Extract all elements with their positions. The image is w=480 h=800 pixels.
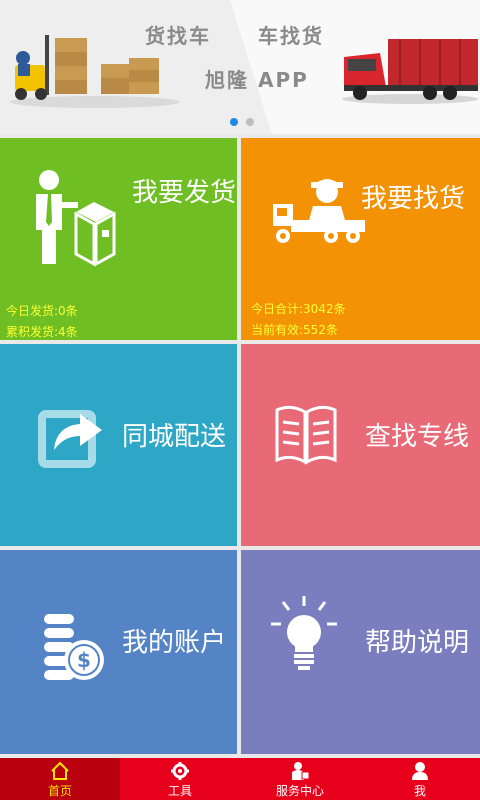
lightbulb-icon [271, 596, 337, 670]
tile-find-line-title: 查找专线 [365, 422, 470, 452]
tab-home[interactable]: 首页 [0, 758, 120, 800]
tile-help-title: 帮助说明 [365, 628, 470, 658]
share-arrow-icon [38, 410, 102, 468]
banner-slogan-truck-find-goods: 车找货 [258, 24, 324, 48]
tile-my-account-title: 我的账户 [122, 628, 227, 658]
banner-dot-1[interactable] [230, 118, 238, 126]
total-sent-count: 累积发货:4条 [6, 325, 78, 339]
tile-send-goods[interactable]: 我要发货 今日发货:0条 累积发货:4条 [0, 138, 237, 340]
tile-find-goods[interactable]: 我要找货 今日合计:3042条 当前有效:552条 [241, 138, 480, 340]
tab-service-center[interactable]: 服务中心 [240, 758, 360, 800]
promo-banner[interactable]: 货找车 车找货 旭隆 APP [0, 0, 480, 134]
currently-valid-count: 当前有效:552条 [251, 323, 338, 337]
tab-service-center-label: 服务中心 [275, 784, 324, 798]
tile-help[interactable]: 帮助说明 [241, 550, 480, 754]
banner-slogan-goods-find-truck: 货找车 [145, 24, 211, 48]
banner-pagination[interactable] [230, 118, 254, 126]
send-goods-person-box-icon [36, 170, 116, 267]
service-person-icon [292, 762, 310, 780]
bottom-tab-bar: 首页 工具 服务中心 我 [0, 758, 480, 800]
coins-dollar-icon: $ [44, 614, 104, 680]
tab-me-label: 我 [413, 784, 426, 798]
gear-icon [171, 762, 189, 780]
tile-send-goods-title: 我要发货 [132, 178, 237, 208]
tab-me[interactable]: 我 [360, 758, 480, 800]
today-sent-count: 今日发货:0条 [6, 304, 78, 318]
banner-app-name: 旭隆 APP [205, 68, 309, 92]
tile-find-goods-title: 我要找货 [361, 184, 466, 214]
tile-my-account[interactable]: $ 我的账户 [0, 550, 237, 754]
user-icon [412, 762, 428, 780]
open-book-icon [275, 405, 337, 465]
banner-dot-2[interactable] [246, 118, 254, 126]
red-truck-illustration [342, 39, 478, 104]
tile-city-delivery[interactable]: 同城配送 [0, 344, 237, 546]
today-total-count: 今日合计:3042条 [251, 302, 346, 316]
tab-tools[interactable]: 工具 [120, 758, 240, 800]
tab-tools-label: 工具 [167, 784, 192, 798]
tile-city-delivery-title: 同城配送 [122, 422, 227, 452]
delivery-truck-driver-icon [273, 179, 365, 243]
home-icon [51, 761, 69, 780]
tile-find-line[interactable]: 查找专线 [241, 344, 480, 546]
svg-text:$: $ [77, 648, 91, 672]
tab-home-label: 首页 [47, 784, 72, 798]
